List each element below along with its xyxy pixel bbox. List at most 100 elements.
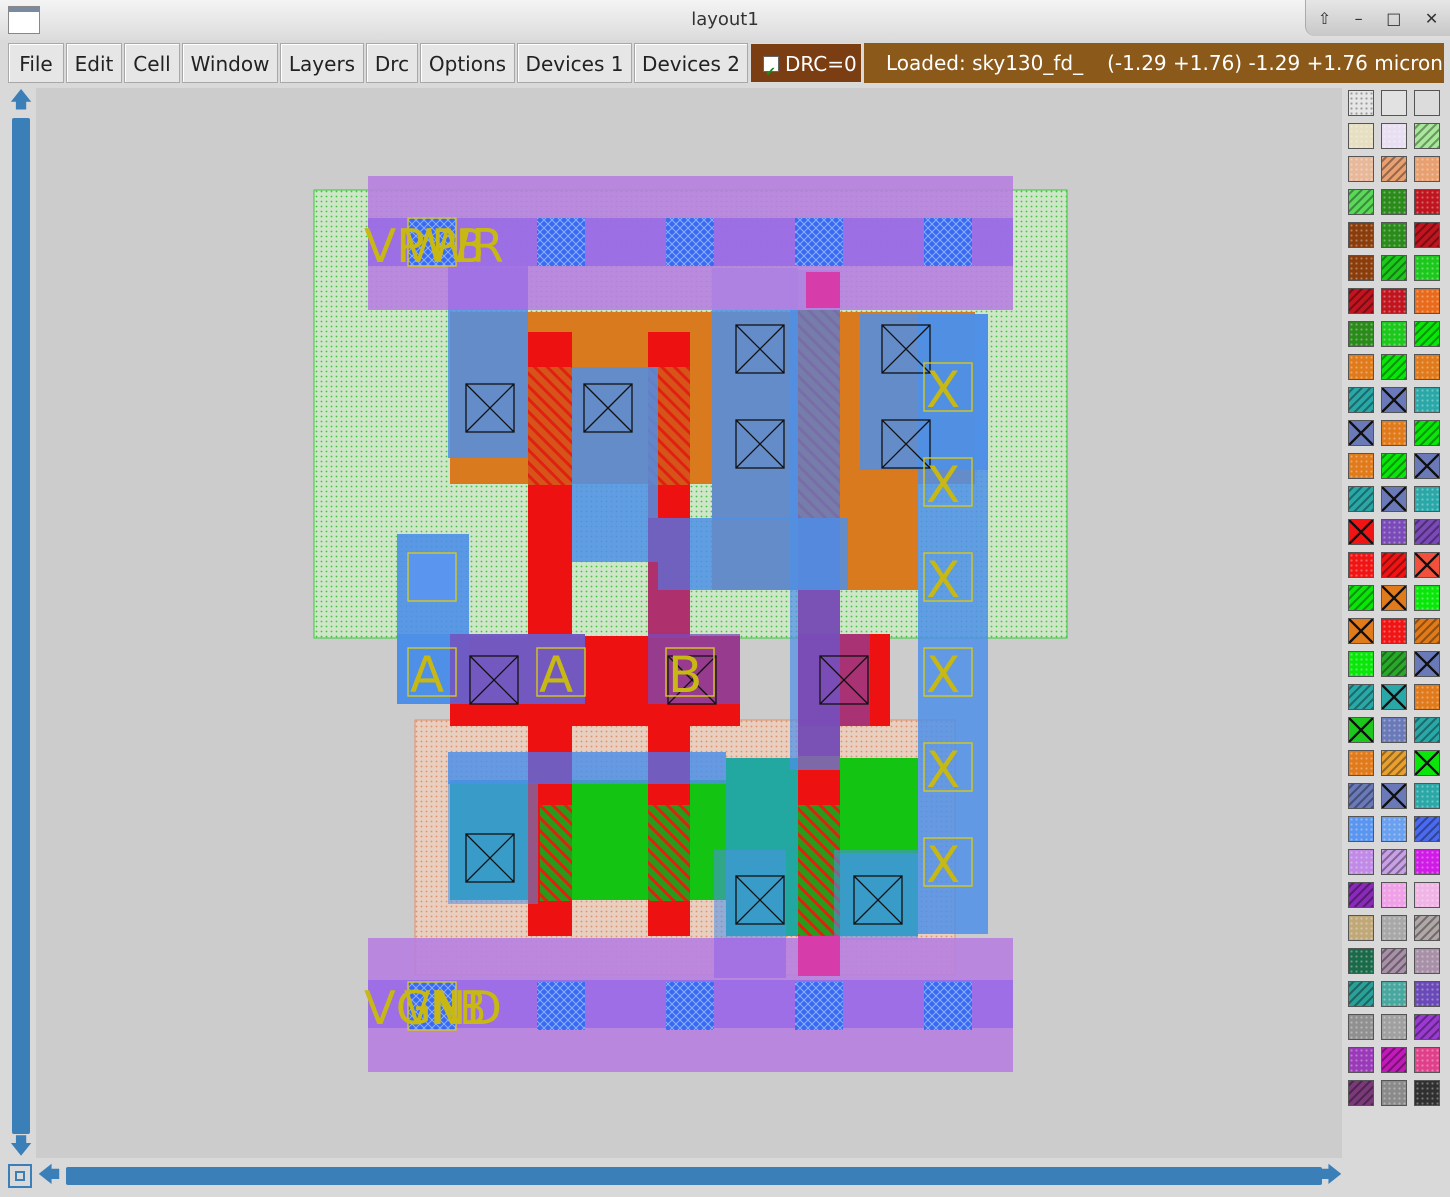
layer-swatch[interactable] — [1414, 915, 1440, 941]
layer-swatch[interactable] — [1348, 1080, 1374, 1106]
layer-swatch[interactable] — [1381, 585, 1407, 611]
layout-drawing[interactable]: VPWR VPB VGND VNB A A B X X X X X X — [36, 88, 1342, 1158]
layer-swatch[interactable] — [1414, 123, 1440, 149]
layer-swatch[interactable] — [1414, 717, 1440, 743]
menu-devices-1[interactable]: Devices 1 — [517, 43, 632, 83]
layer-swatch[interactable] — [1414, 519, 1440, 545]
layer-swatch[interactable] — [1381, 156, 1407, 182]
layer-swatch[interactable] — [1348, 684, 1374, 710]
layer-swatch[interactable] — [1381, 552, 1407, 578]
layer-swatch[interactable] — [1414, 486, 1440, 512]
layer-swatch[interactable] — [1348, 750, 1374, 776]
layer-swatch[interactable] — [1414, 156, 1440, 182]
layer-swatch[interactable] — [1414, 651, 1440, 677]
layer-swatch[interactable] — [1381, 321, 1407, 347]
layer-swatch[interactable] — [1414, 585, 1440, 611]
menu-devices-2[interactable]: Devices 2 — [634, 43, 748, 83]
scroll-right-icon[interactable]: 🡆 — [1318, 1163, 1344, 1189]
layer-swatch[interactable] — [1414, 981, 1440, 1007]
drc-toggle[interactable]: DRC=0 — [750, 43, 862, 93]
layer-swatch[interactable] — [1348, 849, 1374, 875]
scroll-up-icon[interactable]: 🡅 — [8, 88, 34, 114]
layer-swatch[interactable] — [1414, 948, 1440, 974]
layer-swatch[interactable] — [1414, 882, 1440, 908]
layer-swatch[interactable] — [1414, 783, 1440, 809]
layer-swatch[interactable] — [1414, 816, 1440, 842]
shade-icon[interactable]: ⇧ — [1318, 9, 1331, 28]
layer-swatch[interactable] — [1381, 717, 1407, 743]
scroll-down-icon[interactable]: 🡇 — [8, 1134, 34, 1160]
close-icon[interactable]: ✕ — [1425, 9, 1438, 28]
layer-swatch[interactable] — [1414, 684, 1440, 710]
layer-swatch[interactable] — [1381, 1080, 1407, 1106]
layer-swatch[interactable] — [1381, 849, 1407, 875]
layer-swatch[interactable] — [1381, 288, 1407, 314]
layer-swatch[interactable] — [1414, 1080, 1440, 1106]
layer-swatch[interactable] — [1381, 519, 1407, 545]
layer-swatch[interactable] — [1381, 618, 1407, 644]
layer-swatch[interactable] — [1381, 684, 1407, 710]
layer-swatch[interactable] — [1414, 288, 1440, 314]
layer-swatch[interactable] — [1414, 552, 1440, 578]
layer-swatch[interactable] — [1381, 354, 1407, 380]
layer-swatch[interactable] — [1348, 816, 1374, 842]
layer-swatch[interactable] — [1348, 123, 1374, 149]
layer-swatch[interactable] — [1381, 882, 1407, 908]
layer-swatch[interactable] — [1348, 783, 1374, 809]
layer-swatch[interactable] — [1414, 222, 1440, 248]
menu-edit[interactable]: Edit — [66, 43, 122, 83]
layer-swatch[interactable] — [1348, 288, 1374, 314]
layer-swatch[interactable] — [1381, 90, 1407, 116]
menu-file[interactable]: File — [8, 43, 64, 83]
layer-swatch[interactable] — [1381, 651, 1407, 677]
layer-swatch[interactable] — [1381, 948, 1407, 974]
layer-swatch[interactable] — [1414, 1014, 1440, 1040]
menu-cell[interactable]: Cell — [124, 43, 180, 83]
zoom-box-icon[interactable] — [8, 1164, 32, 1188]
layer-swatch[interactable] — [1381, 816, 1407, 842]
layout-canvas[interactable]: VPWR VPB VGND VNB A A B X X X X X X — [36, 88, 1342, 1158]
scroll-left-icon[interactable]: 🡄 — [36, 1163, 62, 1189]
layer-swatch[interactable] — [1414, 387, 1440, 413]
layer-swatch[interactable] — [1348, 222, 1374, 248]
layer-swatch[interactable] — [1381, 222, 1407, 248]
layer-swatch[interactable] — [1348, 519, 1374, 545]
layer-swatch[interactable] — [1348, 90, 1374, 116]
menu-layers[interactable]: Layers — [280, 43, 364, 83]
layer-swatch[interactable] — [1348, 1014, 1374, 1040]
layer-swatch[interactable] — [1381, 189, 1407, 215]
drc-checkbox[interactable] — [763, 53, 779, 93]
layer-swatch[interactable] — [1381, 1047, 1407, 1073]
layer-swatch[interactable] — [1348, 1047, 1374, 1073]
layer-swatch[interactable] — [1348, 486, 1374, 512]
layer-swatch[interactable] — [1381, 981, 1407, 1007]
layer-swatch[interactable] — [1348, 618, 1374, 644]
vertical-scrollbar[interactable]: 🡅 🡇 — [8, 88, 34, 1164]
layer-swatch[interactable] — [1348, 552, 1374, 578]
layer-swatch[interactable] — [1414, 354, 1440, 380]
menu-options[interactable]: Options — [420, 43, 515, 83]
layer-swatch[interactable] — [1381, 915, 1407, 941]
layer-swatch[interactable] — [1414, 321, 1440, 347]
layer-swatch[interactable] — [1348, 717, 1374, 743]
minimize-icon[interactable]: – — [1355, 9, 1363, 28]
layer-swatch[interactable] — [1414, 618, 1440, 644]
layer-swatch[interactable] — [1414, 255, 1440, 281]
layer-swatch[interactable] — [1414, 750, 1440, 776]
vertical-scroll-thumb[interactable] — [12, 118, 30, 1134]
layer-swatch[interactable] — [1348, 420, 1374, 446]
layer-swatch[interactable] — [1348, 156, 1374, 182]
layer-swatch[interactable] — [1381, 486, 1407, 512]
layer-swatch[interactable] — [1348, 948, 1374, 974]
layer-swatch[interactable] — [1381, 255, 1407, 281]
layer-swatch[interactable] — [1414, 420, 1440, 446]
layer-swatch[interactable] — [1414, 849, 1440, 875]
horizontal-scrollbar[interactable]: 🡄 🡆 — [8, 1162, 1344, 1190]
layer-swatch[interactable] — [1348, 585, 1374, 611]
maximize-icon[interactable]: □ — [1386, 9, 1401, 28]
layer-swatch[interactable] — [1348, 651, 1374, 677]
layer-swatch[interactable] — [1414, 453, 1440, 479]
layer-swatch[interactable] — [1414, 189, 1440, 215]
menu-window[interactable]: Window — [182, 43, 278, 83]
layer-swatch[interactable] — [1348, 189, 1374, 215]
